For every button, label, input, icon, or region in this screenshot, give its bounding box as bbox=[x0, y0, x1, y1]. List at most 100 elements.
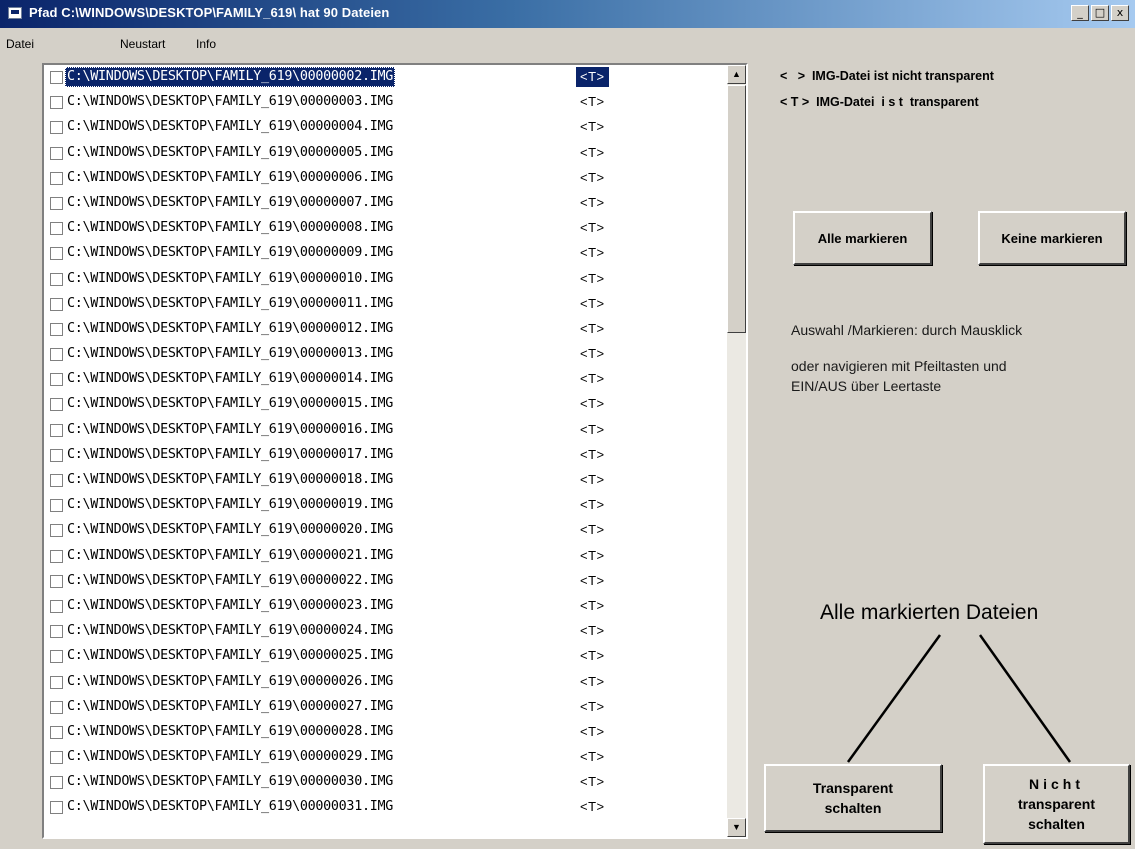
legend-transparent: < T > IMG-Datei i s t transparent bbox=[780, 95, 979, 109]
file-row[interactable]: C:\WINDOWS\DESKTOP\FAMILY_619\00000002.I… bbox=[44, 65, 727, 90]
row-checkbox[interactable] bbox=[50, 96, 63, 110]
row-checkbox[interactable] bbox=[50, 625, 63, 639]
transparency-tag: <T> bbox=[580, 648, 605, 664]
file-row[interactable]: C:\WINDOWS\DESKTOP\FAMILY_619\00000018.I… bbox=[44, 468, 727, 493]
row-checkbox[interactable] bbox=[50, 71, 63, 84]
row-checkbox[interactable] bbox=[50, 499, 63, 513]
file-row[interactable]: C:\WINDOWS\DESKTOP\FAMILY_619\00000016.I… bbox=[44, 418, 727, 443]
vertical-scrollbar[interactable]: ▲ ▼ bbox=[727, 65, 746, 837]
select-all-button[interactable]: Alle markieren bbox=[793, 211, 932, 265]
info-line-1: Auswahl /Markieren: durch Mausklick bbox=[791, 322, 1023, 338]
file-row[interactable]: C:\WINDOWS\DESKTOP\FAMILY_619\00000025.I… bbox=[44, 644, 727, 669]
transparency-tag: <T> bbox=[580, 169, 605, 185]
file-path: C:\WINDOWS\DESKTOP\FAMILY_619\00000004.I… bbox=[67, 119, 393, 135]
file-row[interactable]: C:\WINDOWS\DESKTOP\FAMILY_619\00000010.I… bbox=[44, 267, 727, 292]
transparency-tag: <T> bbox=[580, 597, 605, 613]
file-row[interactable]: C:\WINDOWS\DESKTOP\FAMILY_619\00000006.I… bbox=[44, 166, 727, 191]
row-checkbox[interactable] bbox=[50, 398, 63, 412]
row-checkbox[interactable] bbox=[50, 776, 63, 790]
row-checkbox[interactable] bbox=[50, 247, 63, 261]
file-row[interactable]: C:\WINDOWS\DESKTOP\FAMILY_619\00000021.I… bbox=[44, 544, 727, 569]
file-path: C:\WINDOWS\DESKTOP\FAMILY_619\00000024.I… bbox=[67, 623, 393, 639]
select-none-button[interactable]: Keine markieren bbox=[978, 211, 1126, 265]
transparency-tag: <T> bbox=[580, 270, 605, 286]
file-path: C:\WINDOWS\DESKTOP\FAMILY_619\00000021.I… bbox=[67, 547, 393, 563]
row-checkbox[interactable] bbox=[50, 348, 63, 362]
file-path: C:\WINDOWS\DESKTOP\FAMILY_619\00000028.I… bbox=[67, 723, 393, 739]
row-checkbox[interactable] bbox=[50, 222, 63, 236]
row-checkbox[interactable] bbox=[50, 322, 63, 336]
row-checkbox[interactable] bbox=[50, 801, 63, 815]
transparency-tag: <T> bbox=[580, 723, 605, 739]
maximize-button[interactable]: □ bbox=[1091, 5, 1109, 21]
file-row[interactable]: C:\WINDOWS\DESKTOP\FAMILY_619\00000024.I… bbox=[44, 619, 727, 644]
file-row[interactable]: C:\WINDOWS\DESKTOP\FAMILY_619\00000011.I… bbox=[44, 292, 727, 317]
row-checkbox[interactable] bbox=[50, 448, 63, 462]
row-checkbox[interactable] bbox=[50, 423, 63, 437]
row-checkbox[interactable] bbox=[50, 650, 63, 664]
marked-files-label: Alle markierten Dateien bbox=[820, 601, 1039, 624]
title-bar[interactable]: Pfad C:\WINDOWS\DESKTOP\FAMILY_619\ hat … bbox=[0, 0, 1135, 28]
row-checkbox[interactable] bbox=[50, 474, 63, 487]
row-checkbox[interactable] bbox=[50, 751, 63, 765]
file-row[interactable]: C:\WINDOWS\DESKTOP\FAMILY_619\00000007.I… bbox=[44, 191, 727, 216]
row-checkbox[interactable] bbox=[50, 146, 63, 160]
transparency-tag: <T> bbox=[580, 295, 605, 311]
file-row[interactable]: C:\WINDOWS\DESKTOP\FAMILY_619\00000013.I… bbox=[44, 342, 727, 367]
file-row[interactable]: C:\WINDOWS\DESKTOP\FAMILY_619\00000003.I… bbox=[44, 90, 727, 115]
file-checklist[interactable]: C:\WINDOWS\DESKTOP\FAMILY_619\00000002.I… bbox=[42, 63, 748, 839]
make-transparent-button[interactable]: Transparent schalten bbox=[764, 764, 942, 832]
scroll-down-button[interactable]: ▼ bbox=[727, 818, 746, 837]
file-row[interactable]: C:\WINDOWS\DESKTOP\FAMILY_619\00000005.I… bbox=[44, 141, 727, 166]
file-row[interactable]: C:\WINDOWS\DESKTOP\FAMILY_619\00000030.I… bbox=[44, 770, 727, 795]
minimize-button[interactable]: _ bbox=[1071, 5, 1089, 21]
connector-right bbox=[978, 634, 1072, 763]
file-path: C:\WINDOWS\DESKTOP\FAMILY_619\00000018.I… bbox=[67, 472, 393, 487]
menu-neustart[interactable]: Neustart bbox=[120, 37, 165, 51]
file-row[interactable]: C:\WINDOWS\DESKTOP\FAMILY_619\00000027.I… bbox=[44, 695, 727, 720]
menu-datei[interactable]: Datei bbox=[6, 37, 34, 51]
make-not-transparent-button[interactable]: Nicht transparent schalten bbox=[983, 764, 1130, 844]
file-row[interactable]: C:\WINDOWS\DESKTOP\FAMILY_619\00000022.I… bbox=[44, 569, 727, 594]
scroll-thumb[interactable] bbox=[727, 85, 746, 333]
row-checkbox[interactable] bbox=[50, 524, 63, 538]
transparency-tag: <T> bbox=[580, 472, 605, 487]
transparency-tag: <T> bbox=[580, 396, 605, 412]
menu-info[interactable]: Info bbox=[196, 37, 216, 51]
file-row[interactable]: C:\WINDOWS\DESKTOP\FAMILY_619\00000012.I… bbox=[44, 317, 727, 342]
connector-lines bbox=[846, 634, 1072, 763]
row-checkbox[interactable] bbox=[50, 272, 63, 286]
row-checkbox[interactable] bbox=[50, 121, 63, 135]
transparency-tag: <T> bbox=[580, 547, 605, 563]
close-button[interactable]: x bbox=[1111, 5, 1129, 21]
row-checkbox[interactable] bbox=[50, 574, 63, 588]
row-checkbox[interactable] bbox=[50, 297, 63, 311]
row-checkbox[interactable] bbox=[50, 171, 63, 185]
row-checkbox[interactable] bbox=[50, 599, 63, 613]
row-checkbox[interactable] bbox=[50, 373, 63, 387]
file-row[interactable]: C:\WINDOWS\DESKTOP\FAMILY_619\00000031.I… bbox=[44, 795, 727, 820]
file-row[interactable]: C:\WINDOWS\DESKTOP\FAMILY_619\00000015.I… bbox=[44, 392, 727, 417]
row-checkbox[interactable] bbox=[50, 700, 63, 714]
window-title: Pfad C:\WINDOWS\DESKTOP\FAMILY_619\ hat … bbox=[29, 5, 390, 20]
file-row[interactable]: C:\WINDOWS\DESKTOP\FAMILY_619\00000014.I… bbox=[44, 367, 727, 392]
file-row[interactable]: C:\WINDOWS\DESKTOP\FAMILY_619\00000017.I… bbox=[44, 443, 727, 468]
app-icon[interactable] bbox=[8, 7, 22, 19]
file-row[interactable]: C:\WINDOWS\DESKTOP\FAMILY_619\00000023.I… bbox=[44, 594, 727, 619]
file-row[interactable]: C:\WINDOWS\DESKTOP\FAMILY_619\00000028.I… bbox=[44, 720, 727, 745]
file-row[interactable]: C:\WINDOWS\DESKTOP\FAMILY_619\00000019.I… bbox=[44, 493, 727, 518]
file-path: C:\WINDOWS\DESKTOP\FAMILY_619\00000005.I… bbox=[67, 144, 393, 160]
file-row[interactable]: C:\WINDOWS\DESKTOP\FAMILY_619\00000008.I… bbox=[44, 216, 727, 241]
file-row[interactable]: C:\WINDOWS\DESKTOP\FAMILY_619\00000026.I… bbox=[44, 670, 727, 695]
row-checkbox[interactable] bbox=[50, 549, 63, 563]
file-row[interactable]: C:\WINDOWS\DESKTOP\FAMILY_619\00000029.I… bbox=[44, 745, 727, 770]
file-row[interactable]: C:\WINDOWS\DESKTOP\FAMILY_619\00000004.I… bbox=[44, 115, 727, 140]
row-checkbox[interactable] bbox=[50, 675, 63, 689]
row-checkbox[interactable] bbox=[50, 725, 63, 739]
transparency-tag: <T> bbox=[580, 497, 605, 513]
row-checkbox[interactable] bbox=[50, 196, 63, 210]
file-path: C:\WINDOWS\DESKTOP\FAMILY_619\00000020.I… bbox=[67, 522, 393, 538]
file-row[interactable]: C:\WINDOWS\DESKTOP\FAMILY_619\00000009.I… bbox=[44, 241, 727, 266]
scroll-up-button[interactable]: ▲ bbox=[727, 65, 746, 84]
file-row[interactable]: C:\WINDOWS\DESKTOP\FAMILY_619\00000020.I… bbox=[44, 518, 727, 543]
